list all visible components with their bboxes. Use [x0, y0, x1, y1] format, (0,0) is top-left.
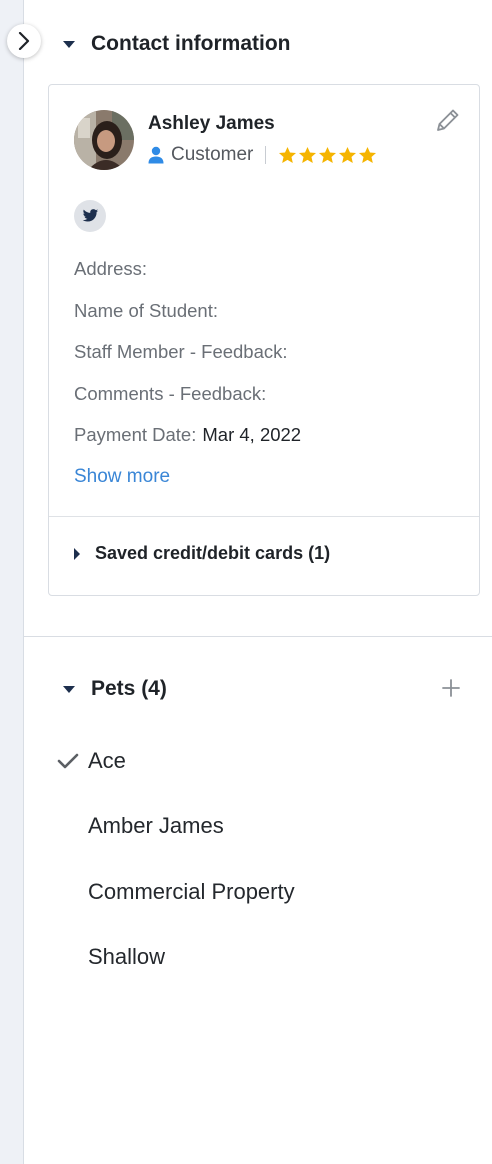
twitter-icon	[82, 209, 98, 222]
avatar	[74, 110, 134, 170]
section-divider	[24, 636, 492, 637]
pet-item-amber-james[interactable]: Amber James	[88, 813, 224, 839]
star-icon	[359, 146, 377, 164]
field-address: Address:	[74, 258, 153, 280]
user-icon	[148, 146, 164, 164]
field-payment-date: Payment Date: Mar 4, 2022	[74, 424, 301, 446]
star-icon	[319, 146, 337, 164]
pets-section-title: Pets (4)	[91, 677, 167, 700]
plus-icon	[442, 679, 460, 697]
saved-cards-toggle[interactable]: Saved credit/debit cards (1)	[74, 543, 330, 564]
field-label: Payment Date:	[74, 424, 197, 445]
field-label: Staff Member - Feedback:	[74, 341, 288, 362]
twitter-link-button[interactable]	[74, 200, 106, 232]
customer-role-row: Customer	[148, 144, 377, 166]
customer-name: Ashley James	[148, 113, 275, 134]
add-pet-button[interactable]	[440, 677, 462, 699]
check-icon	[57, 753, 79, 769]
star-icon	[299, 146, 317, 164]
contact-section-title: Contact information	[91, 32, 291, 55]
left-sidebar-strip	[0, 0, 24, 1164]
contact-section-toggle[interactable]: Contact information	[63, 32, 291, 56]
field-label: Address:	[74, 258, 148, 279]
star-icon	[279, 146, 297, 164]
chevron-right-icon	[18, 32, 30, 50]
pet-item-ace[interactable]: Ace	[88, 748, 126, 774]
role-separator	[265, 146, 267, 164]
collapse-panel-button[interactable]	[7, 24, 41, 58]
field-name-of-student: Name of Student:	[74, 300, 224, 322]
caret-right-icon	[74, 547, 80, 560]
field-label: Name of Student:	[74, 300, 218, 321]
customer-role: Customer	[171, 144, 254, 165]
star-icon	[339, 146, 357, 164]
card-divider	[49, 516, 479, 517]
pet-item-shallow[interactable]: Shallow	[88, 944, 165, 970]
rating-stars	[278, 146, 377, 164]
field-value: Mar 4, 2022	[202, 424, 302, 445]
edit-contact-button[interactable]	[433, 105, 463, 135]
show-more-link[interactable]: Show more	[74, 466, 170, 488]
pets-section-toggle[interactable]: Pets (4)	[63, 677, 167, 701]
pet-item-commercial-property[interactable]: Commercial Property	[88, 879, 295, 905]
field-comments-feedback: Comments - Feedback:	[74, 383, 272, 405]
field-label: Comments - Feedback:	[74, 383, 267, 404]
contact-card: Ashley James Customer Address: Name of S…	[48, 84, 480, 596]
saved-cards-label: Saved credit/debit cards (1)	[95, 543, 331, 563]
field-staff-member-feedback: Staff Member - Feedback:	[74, 341, 294, 363]
caret-down-icon	[63, 685, 75, 693]
caret-down-icon	[63, 40, 75, 48]
pencil-icon	[437, 109, 459, 131]
